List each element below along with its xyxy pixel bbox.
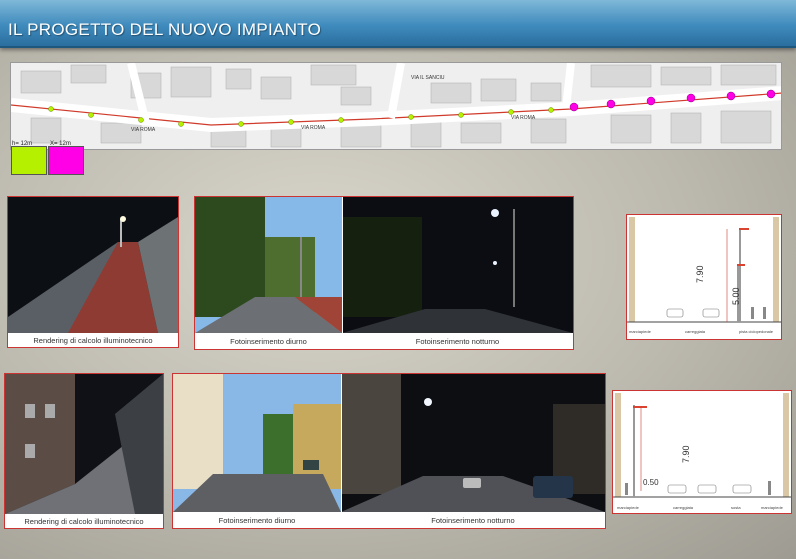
caption: Fotoinserimento diurno [218, 516, 296, 525]
section-label: marciapiede [617, 505, 640, 510]
photo-insertion-pair-top: Fotoinserimento diurno Fotoinserimento n… [194, 196, 574, 350]
street-label: VIA ROMA [131, 127, 156, 133]
section-label: marciapiede [761, 505, 784, 510]
night-rendering-image [8, 197, 178, 333]
map-drawing: VIA IL SANCIU VIA ROMA VIA ROMA VIA ROMA [11, 63, 781, 149]
height-dimension: 5.00 [731, 287, 741, 305]
photo-insertion-images [173, 374, 605, 512]
legend-swatch-lime [11, 146, 47, 175]
street-label: VIA ROMA [511, 115, 536, 121]
site-plan-map: VIA IL SANCIU VIA ROMA VIA ROMA VIA ROMA [10, 62, 782, 150]
title-bar: IL PROGETTO DEL NUOVO IMPIANTO [0, 0, 796, 48]
caption: Fotoinserimento notturno [415, 337, 500, 346]
legend-swatch-magenta [48, 146, 84, 175]
cross-section-bottom: 7.90 0.50 marciapiede carreggiata sosta … [612, 390, 792, 514]
cross-section-drawing: 7.90 5.00 marciapiede carreggiata pista … [627, 217, 781, 334]
caption: Fotoinserimento notturno [431, 516, 515, 525]
photo-insertion-images [195, 197, 573, 333]
night-calculation-rendering-bottom: Rendering di calcolo illuminotecnico [4, 373, 164, 529]
cross-section-drawing: 7.90 0.50 marciapiede carreggiata sosta … [613, 393, 791, 510]
section-label: carreggiata [673, 505, 694, 510]
page-title: IL PROGETTO DEL NUOVO IMPIANTO [8, 20, 322, 39]
height-dimension: 7.90 [695, 265, 705, 283]
night-calculation-rendering-top: Rendering di calcolo illuminotecnico [7, 196, 179, 348]
offset-dimension: 0.50 [643, 478, 659, 487]
night-rendering-image [5, 374, 163, 514]
street-label: VIA ROMA [301, 125, 326, 131]
caption: Rendering di calcolo illuminotecnico [24, 517, 144, 526]
section-label: marciapiede [629, 329, 652, 334]
caption: Rendering di calcolo illuminotecnico [33, 336, 153, 345]
caption: Fotoinserimento diurno [230, 337, 307, 346]
section-label: sosta [731, 505, 741, 510]
section-label: carreggiata [685, 329, 706, 334]
street-label: VIA IL SANCIU [411, 75, 445, 81]
height-dimension: 7.90 [681, 445, 691, 463]
section-label: pista ciclopedonale [739, 329, 774, 334]
cross-section-top: 7.90 5.00 marciapiede carreggiata pista … [626, 214, 782, 340]
photo-insertion-pair-bottom: Fotoinserimento diurno Fotoinserimento n… [172, 373, 606, 529]
